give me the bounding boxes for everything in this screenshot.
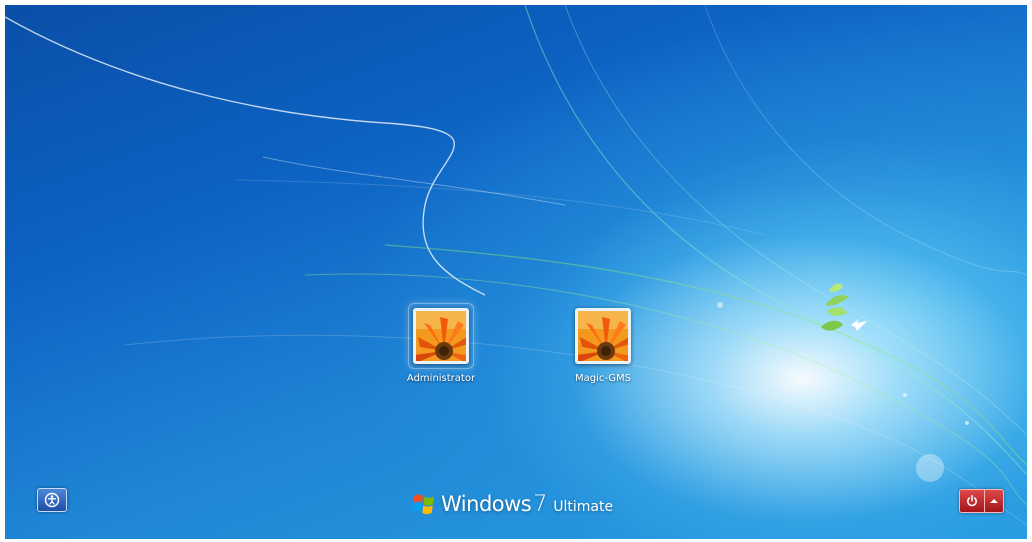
background-swirls (5, 5, 1027, 526)
shutdown-button[interactable] (960, 490, 985, 512)
flower-icon (413, 308, 469, 364)
shutdown-options-button[interactable] (985, 490, 1003, 512)
logon-screen: Administrator Magic-GMS Windows 7 Ultima… (5, 5, 1027, 539)
user-tile-frame (570, 303, 636, 369)
user-name-label: Administrator (406, 373, 476, 384)
shutdown-controls (959, 489, 1004, 513)
user-tile-frame (408, 303, 474, 369)
bird-ornament (851, 319, 867, 331)
user-tile-magic-gms[interactable]: Magic-GMS (558, 303, 648, 384)
chevron-up-icon (990, 499, 998, 503)
leaf-ornament (821, 283, 849, 331)
user-name-label: Magic-GMS (574, 373, 632, 384)
windows-edition: Ultimate (553, 498, 614, 515)
user-tile-administrator[interactable]: Administrator (396, 303, 486, 384)
windows-wordmark: Windows (441, 492, 532, 516)
windows-logo-icon (412, 493, 436, 515)
windows-branding: Windows 7 Ultimate (412, 489, 613, 519)
flower-icon (575, 308, 631, 364)
power-icon (967, 495, 977, 507)
ease-of-access-button[interactable] (37, 488, 67, 512)
ease-of-access-icon (44, 492, 60, 508)
windows-version: 7 (533, 491, 548, 517)
